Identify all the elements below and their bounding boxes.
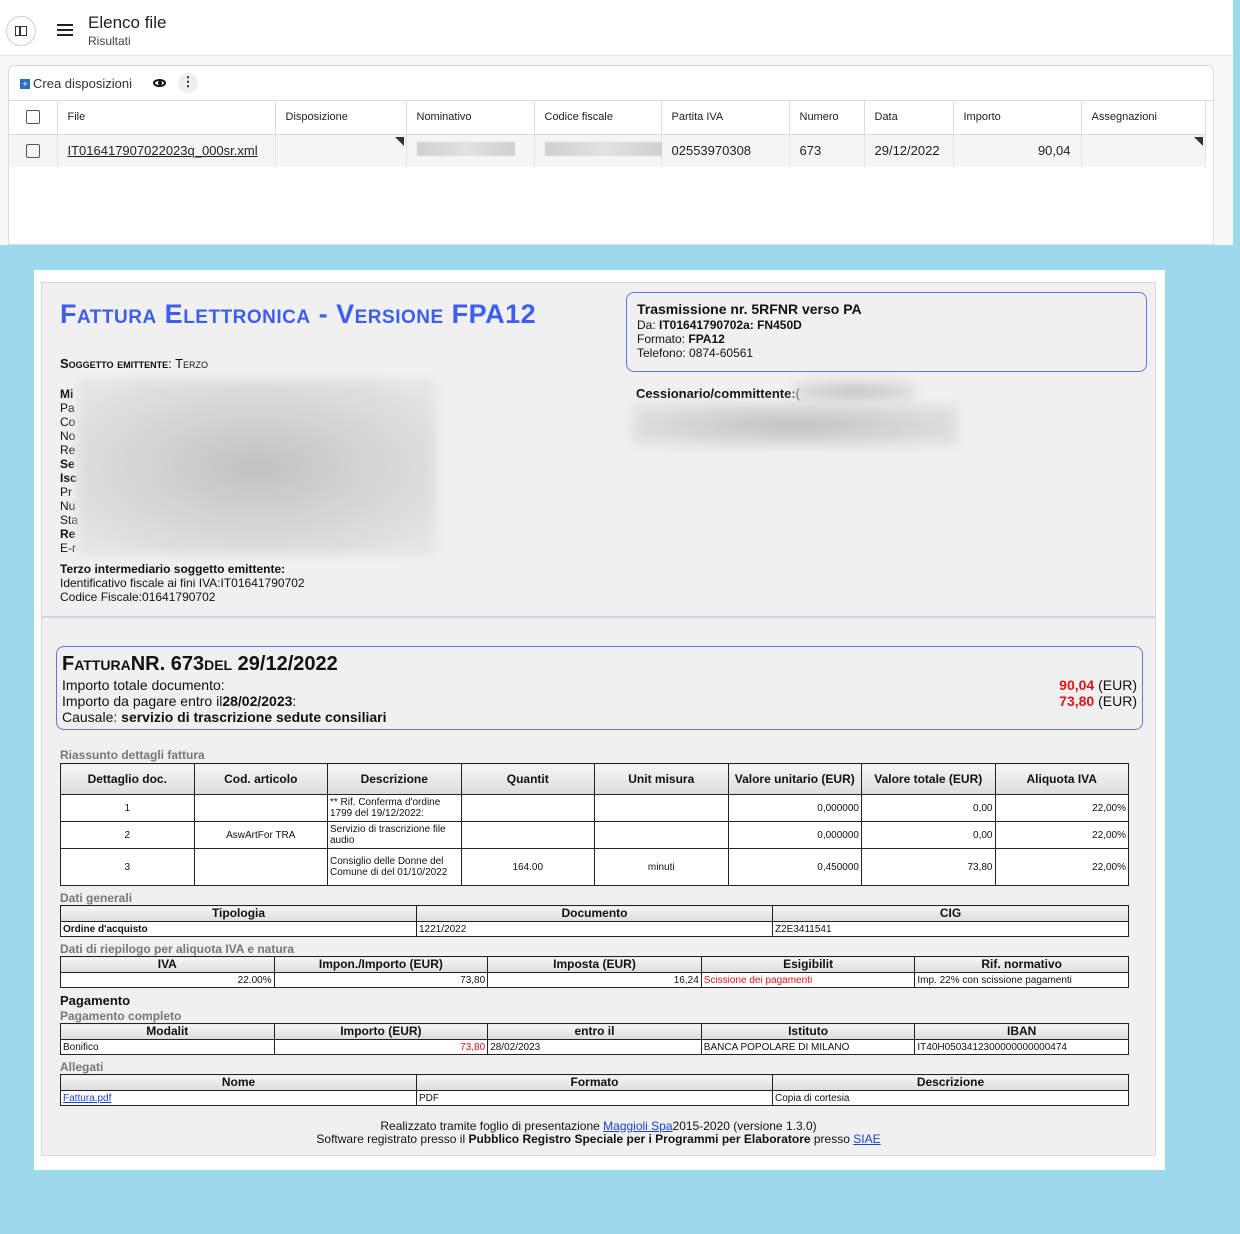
- terzo-intermediario: Terzo intermediario soggetto emittente: …: [60, 562, 305, 604]
- row-select-cell[interactable]: [9, 134, 58, 167]
- toolbar: + Crea disposizioni ⋮: [9, 66, 1213, 101]
- pagamento-table: Modalit Importo (EUR) entro il Istituto …: [60, 1023, 1129, 1055]
- select-all-checkbox[interactable]: [25, 110, 40, 125]
- section-divider: [42, 616, 1155, 618]
- column-header-nominativo[interactable]: Nominativo: [406, 101, 535, 135]
- redacted-cessionario-name: [794, 381, 914, 403]
- column-header-importo[interactable]: Importo: [953, 101, 1082, 135]
- riepilogo-table: IVA Impon./Importo (EUR) Imposta (EUR) E…: [60, 956, 1129, 988]
- table-row: Ordine d'acquisto 1221/2022 Z2E3411541: [60, 921, 1129, 937]
- allegati-title: Allegati: [60, 1060, 104, 1074]
- pagamento-title: Pagamento: [60, 993, 131, 1008]
- cessionario-label: Cessionario/committente:(: [636, 386, 800, 401]
- nominativo-cell: [406, 134, 535, 167]
- column-header-file[interactable]: File: [57, 101, 276, 135]
- assegnazioni-cell[interactable]: [1081, 134, 1206, 167]
- results-card: + Crea disposizioni ⋮ File Disposizione …: [8, 65, 1214, 245]
- redacted-cessionario-block: [632, 403, 958, 447]
- riassunto-title: Riassunto dettagli fattura: [60, 748, 205, 762]
- sidebar-toggle-button[interactable]: [6, 16, 36, 46]
- siae-link[interactable]: SIAE: [853, 1132, 880, 1146]
- codice-fiscale-cell: [534, 134, 663, 167]
- invoice-footer: Realizzato tramite foglio di presentazio…: [316, 1119, 881, 1146]
- partita-iva-cell: 02553970308: [661, 134, 790, 167]
- riepilogo-title: Dati di riepilogo per aliquota IVA e nat…: [60, 942, 295, 956]
- fattura-title: FatturaNR. 673del 29/12/2022: [62, 653, 338, 675]
- causale-row: Causale: servizio di trascrizione sedute…: [62, 709, 387, 725]
- table-row: 1 ** Rif. Conferma d'ordine 1799 del 19/…: [60, 794, 1129, 822]
- table-row: 2 AswArtFor TRA Servizio di trascrizione…: [60, 821, 1129, 849]
- table-header-row: File Disposizione Nominativo Codice fisc…: [9, 101, 1206, 135]
- trasmissione-box: Trasmissione nr. 5RFNR verso PA Da: IT01…: [626, 292, 1147, 372]
- row-checkbox[interactable]: [25, 143, 40, 158]
- sidebar-icon: [15, 26, 27, 36]
- table-row: Bonifico 73,80 28/02/2023 BANCA POPOLARE…: [60, 1039, 1129, 1055]
- table-row: 3 Consiglio delle Donne del Comune di de…: [60, 848, 1129, 886]
- dropdown-corner-icon[interactable]: [1193, 136, 1203, 146]
- disposizione-cell[interactable]: [275, 134, 407, 167]
- invoice-viewer: Fattura Elettronica - Versione FPA12 Sog…: [34, 270, 1165, 1170]
- app-header: Elenco file Risultati: [0, 0, 1233, 56]
- redacted-codice-fiscale: [544, 142, 663, 157]
- column-header-numero[interactable]: Numero: [789, 101, 865, 135]
- column-header-assegnazioni[interactable]: Assegnazioni: [1081, 101, 1206, 135]
- pagamento-subtitle: Pagamento completo: [60, 1009, 182, 1023]
- table-row: 22.00% 73,80 16,24 Scissione dei pagamen…: [60, 972, 1129, 988]
- file-link[interactable]: IT016417907022023q_000sr.xml: [68, 143, 258, 158]
- column-header-data[interactable]: Data: [864, 101, 954, 135]
- soggetto-emittente: Soggetto emittente: Terzo: [60, 356, 209, 371]
- allegato-link[interactable]: Fattura.pdf: [63, 1093, 111, 1104]
- importo-totale-row: Importo totale documento: 90,04 (EUR): [62, 677, 1137, 693]
- redacted-emittente-block: [76, 379, 436, 555]
- crea-disposizioni-label: Crea disposizioni: [33, 76, 132, 91]
- column-header-partita-iva[interactable]: Partita IVA: [661, 101, 790, 135]
- dropdown-corner-icon[interactable]: [394, 136, 404, 146]
- table-row[interactable]: IT016417907022023q_000sr.xml 02553970308…: [9, 134, 1206, 167]
- trasmissione-formato: Formato: FPA12: [637, 332, 725, 346]
- importo-cell: 90,04: [953, 134, 1082, 167]
- dati-generali-table: Tipologia Documento CIG Ordine d'acquist…: [60, 905, 1129, 937]
- numero-cell: 673: [789, 134, 865, 167]
- trasmissione-telefono: Telefono: 0874-60561: [637, 346, 754, 360]
- eye-icon[interactable]: [153, 79, 166, 87]
- app-panel: Elenco file Risultati + Crea disposizion…: [0, 0, 1233, 245]
- table-row: Fattura.pdf PDF Copia di cortesia: [60, 1090, 1129, 1106]
- invoice-title: Fattura Elettronica - Versione FPA12: [60, 299, 537, 329]
- file-table: File Disposizione Nominativo Codice fisc…: [9, 101, 1206, 167]
- data-cell: 29/12/2022: [864, 134, 954, 167]
- list-icon: [57, 24, 73, 36]
- trasmissione-title: Trasmissione nr. 5RFNR verso PA: [637, 301, 862, 317]
- file-cell[interactable]: IT016417907022023q_000sr.xml: [57, 134, 276, 167]
- column-header-disposizione[interactable]: Disposizione: [275, 101, 407, 135]
- column-header-codice-fiscale[interactable]: Codice fiscale: [534, 101, 662, 135]
- importo-pagare-row: Importo da pagare entro il28/02/2023: 73…: [62, 693, 1137, 709]
- redacted-nominativo: [416, 142, 515, 157]
- select-all-cell[interactable]: [9, 101, 58, 135]
- trasmissione-da: Da: IT01641790702a: FN450D: [637, 318, 802, 332]
- invoice-document: Fattura Elettronica - Versione FPA12 Sog…: [41, 282, 1156, 1156]
- page-subtitle: Risultati: [88, 34, 131, 48]
- allegati-table: Nome Formato Descrizione Fattura.pdf PDF…: [60, 1074, 1129, 1106]
- riassunto-table: Dettaglio doc. Cod. articolo Descrizione…: [60, 763, 1129, 886]
- dati-generali-title: Dati generali: [60, 891, 133, 905]
- crea-disposizioni-button[interactable]: + Crea disposizioni: [20, 76, 132, 91]
- more-options-icon[interactable]: ⋮: [178, 73, 198, 93]
- page-title: Elenco file: [88, 13, 167, 32]
- maggioli-link[interactable]: Maggioli Spa: [603, 1119, 672, 1133]
- fattura-summary-box: FatturaNR. 673del 29/12/2022 Importo tot…: [56, 646, 1143, 730]
- plus-icon: +: [20, 78, 30, 89]
